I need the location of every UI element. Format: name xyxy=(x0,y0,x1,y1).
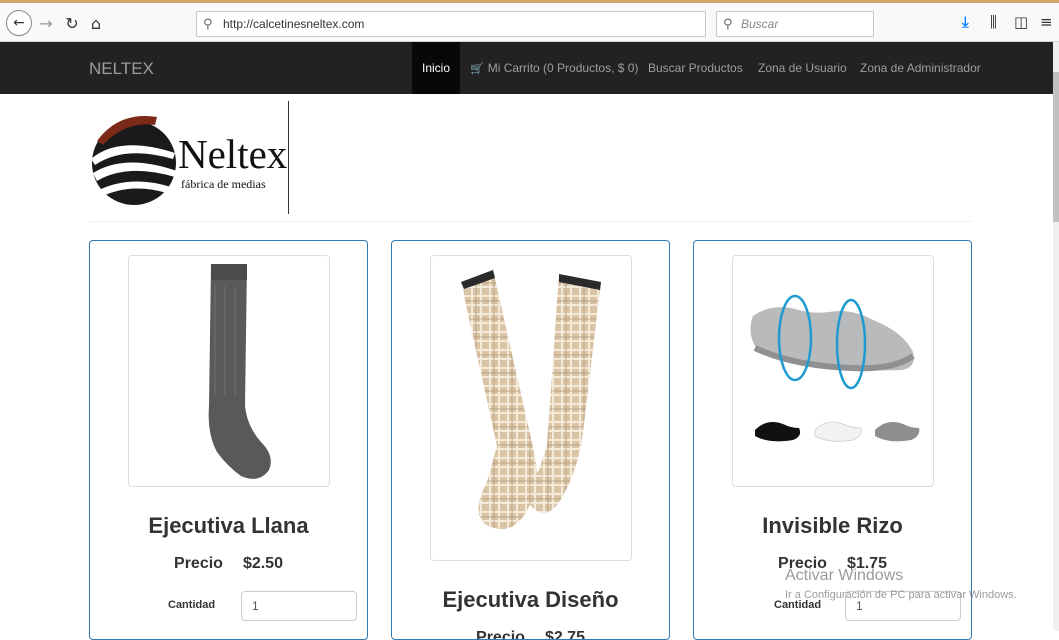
url-text: http://calcetinesneltex.com xyxy=(223,17,365,31)
divider xyxy=(89,221,971,222)
product-thumbnail[interactable] xyxy=(732,255,934,487)
price-value: $2.50 xyxy=(242,555,283,572)
back-icon[interactable]: ← xyxy=(6,10,32,36)
windows-watermark-title: Activar Windows xyxy=(785,567,904,584)
nav-cart[interactable]: 🛒 Mi Carrito (0 Productos, $ 0) xyxy=(460,42,648,94)
product-image-pattern-socks xyxy=(461,270,601,530)
nav-buscar-label: Buscar Productos xyxy=(648,61,743,75)
browser-search-input[interactable]: ⚲ Buscar xyxy=(716,11,874,37)
library-icon[interactable]: ⫼ xyxy=(990,13,997,31)
nav-buscar-productos[interactable]: Buscar Productos xyxy=(638,42,753,94)
product-image-invisible-sock xyxy=(750,294,920,442)
product-title[interactable]: Invisible Rizo xyxy=(694,513,971,539)
product-price-row: Precio $2.50 xyxy=(90,555,367,573)
sidebar-icon[interactable]: ◫ xyxy=(1014,13,1028,31)
home-icon[interactable]: ⌂ xyxy=(86,11,106,35)
search-icon: ⚲ xyxy=(723,16,733,32)
product-title[interactable]: Ejecutiva Llana xyxy=(90,513,367,539)
nav-admin-label: Zona de Administrador xyxy=(860,61,981,75)
nav-zona-administrador[interactable]: Zona de Administrador xyxy=(850,42,991,94)
page-scrollbar[interactable] xyxy=(1053,42,1059,631)
nav-inicio-label: Inicio xyxy=(422,61,451,75)
product-thumbnail[interactable] xyxy=(430,255,632,561)
browser-toolbar: ← → ↻ ⌂ ⚲ http://calcetinesneltex.com ⚲ … xyxy=(0,0,1059,42)
quantity-input[interactable]: 1 xyxy=(241,591,357,621)
product-card: Ejecutiva Llana Precio $2.50 Cantidad 1 xyxy=(89,240,368,640)
product-thumbnail[interactable] xyxy=(128,255,330,487)
scrollbar-thumb[interactable] xyxy=(1053,72,1059,222)
reload-icon[interactable]: ↻ xyxy=(62,11,82,35)
logo-tagline: fábrica de medias xyxy=(181,177,266,191)
logo-divider xyxy=(288,101,289,214)
nav-inicio[interactable]: Inicio xyxy=(412,42,461,94)
search-icon: ⚲ xyxy=(203,16,213,32)
nav-zona-usuario[interactable]: Zona de Usuario xyxy=(748,42,857,94)
url-bar[interactable]: ⚲ http://calcetinesneltex.com xyxy=(196,11,706,37)
logo-name: Neltex xyxy=(178,131,288,177)
menu-icon[interactable]: ≡ xyxy=(1040,13,1053,31)
windows-watermark-subtitle: Ir a Configuración de PC para activar Wi… xyxy=(785,589,1017,601)
price-label: Precio xyxy=(174,555,223,572)
qty-label: Cantidad xyxy=(168,599,216,611)
forward-icon[interactable]: → xyxy=(36,11,56,35)
product-card: Ejecutiva Diseño Precio $2.75 xyxy=(391,240,670,640)
search-placeholder: Buscar xyxy=(741,17,779,31)
site-navbar: NELTEX Inicio 🛒 Mi Carrito (0 Productos,… xyxy=(0,42,1053,94)
navbar-brand[interactable]: NELTEX xyxy=(89,59,154,79)
product-title[interactable]: Ejecutiva Diseño xyxy=(392,587,669,613)
product-image-plain-sock xyxy=(208,264,271,479)
nav-usuario-label: Zona de Usuario xyxy=(758,61,847,75)
nav-cart-label: Mi Carrito (0 Productos, $ 0) xyxy=(487,61,639,75)
download-icon[interactable]: ⤓ xyxy=(962,13,969,31)
cart-icon: 🛒 xyxy=(470,61,484,75)
